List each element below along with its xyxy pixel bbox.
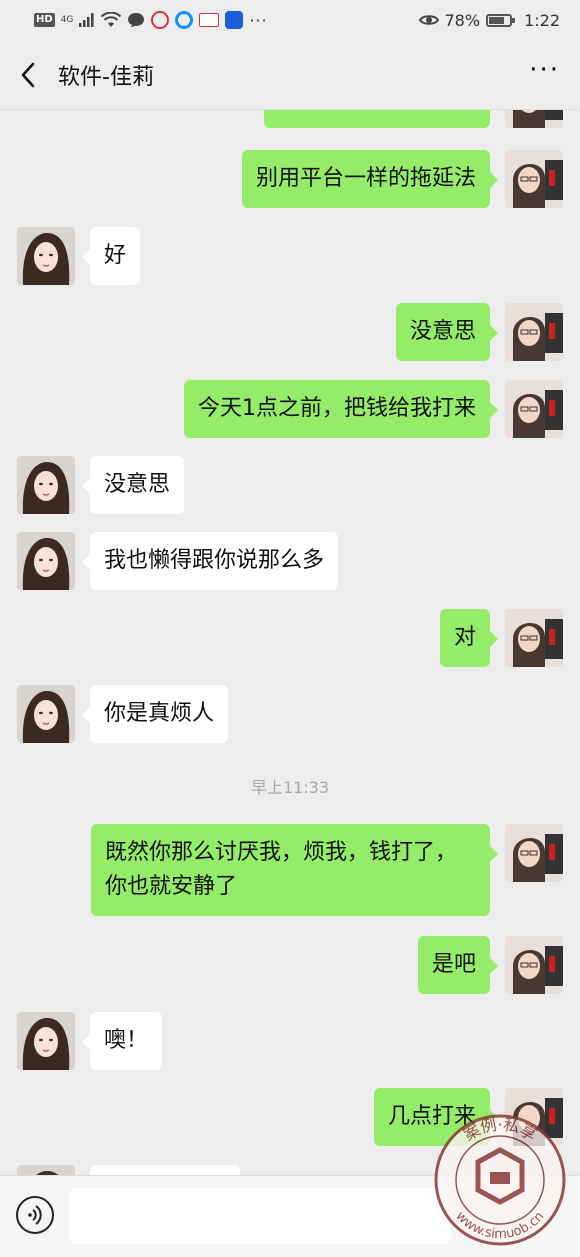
avatar-self[interactable] — [505, 110, 563, 128]
avatar-contact[interactable] — [17, 685, 75, 743]
message-bubble-received[interactable]: 没意思 — [81, 456, 185, 514]
more-options-button[interactable]: ··· — [529, 55, 560, 95]
avatar-self[interactable] — [505, 936, 563, 994]
avatar-contact-image — [17, 456, 75, 514]
avatar-self[interactable] — [505, 380, 563, 438]
chat-title: 软件-佳莉 — [58, 64, 154, 90]
network-type: 4G — [60, 15, 74, 25]
avatar-self[interactable] — [505, 150, 563, 208]
status-bar: HD 4G ··· 78% 1:22 — [0, 0, 580, 40]
message-icon — [128, 13, 145, 28]
message-bubble-received[interactable]: 噢！ — [81, 1012, 163, 1070]
avatar-self[interactable] — [505, 824, 563, 882]
avatar-self-image — [505, 303, 563, 361]
message-bubble-received[interactable]: 好 — [81, 227, 141, 285]
avatar-self-image — [505, 936, 563, 994]
browser-notification-icon — [175, 11, 194, 29]
app-notification-icon — [151, 11, 170, 29]
message-bubble-sent[interactable]: 今天1点之前，把钱给我打来 — [184, 380, 498, 438]
message-bubble-received[interactable]: 你是真烦人 — [81, 685, 229, 743]
voice-input-button[interactable] — [16, 1196, 54, 1234]
avatar-contact[interactable] — [17, 227, 75, 285]
hd-indicator: HD — [34, 13, 55, 27]
message-bubble-sent[interactable]: 给我一个靠谱的时间 — [263, 110, 490, 128]
signal-icon — [79, 13, 94, 27]
avatar-self[interactable] — [505, 303, 563, 361]
message-bubble-sent[interactable]: 是吧 — [417, 936, 499, 994]
chat-screen: HD 4G ··· 78% 1:22 软件-佳莉 ··· 别用平台一样的拖延法 … — [0, 0, 580, 1257]
avatar-contact[interactable] — [17, 1165, 75, 1175]
avatar-self-image — [505, 150, 563, 208]
clock: 1:22 — [524, 10, 560, 30]
avatar-contact-image — [17, 685, 75, 743]
message-bubble-received-partial[interactable] — [90, 1165, 240, 1175]
eye-comfort-icon — [418, 15, 439, 25]
avatar-self-image — [505, 824, 563, 882]
avatar-self-image — [505, 380, 563, 438]
avatar-contact-image — [17, 532, 75, 590]
voice-icon — [28, 1205, 42, 1225]
avatar-contact[interactable] — [17, 532, 75, 590]
avatar-self-image — [505, 110, 563, 128]
status-right: 78% 1:22 — [418, 10, 560, 30]
chat-header: 软件-佳莉 ··· — [0, 40, 580, 110]
status-left: HD 4G ··· — [34, 11, 268, 30]
message-bubble-sent[interactable]: 没意思 — [395, 303, 499, 361]
back-arrow-icon — [21, 62, 35, 87]
message-timestamp: 早上11:33 — [250, 778, 330, 797]
message-input[interactable] — [70, 1188, 450, 1244]
message-list[interactable]: 给我一个靠谱的时间 别用平台一样的拖延法 — [0, 110, 580, 1175]
message-bubble-received[interactable]: 我也懒得跟你说那么多 — [81, 532, 339, 590]
battery-percent: 78% — [444, 10, 481, 30]
more-notifications-icon: ··· — [249, 10, 268, 30]
avatar-self[interactable] — [505, 609, 563, 667]
avatar-contact[interactable] — [17, 1012, 75, 1070]
avatar-contact-image — [17, 1012, 75, 1070]
news-app-icon — [225, 11, 244, 29]
avatar-contact[interactable] — [17, 456, 75, 514]
message-bubble-sent[interactable]: 对 — [439, 609, 499, 667]
wifi-icon — [101, 12, 122, 27]
avatar-contact-image — [17, 227, 75, 285]
weibo-notification-icon — [199, 13, 220, 27]
watermark-seal: 案例·私享 www.simuob.cn — [434, 1114, 566, 1246]
message-bubble-sent[interactable]: 既然你那么讨厌我，烦我，钱打了， 你也就安静了 — [91, 824, 498, 916]
back-button[interactable] — [20, 55, 50, 95]
avatar-self-image — [505, 609, 563, 667]
avatar-contact-image — [17, 1165, 75, 1175]
battery-icon — [486, 13, 516, 27]
message-bubble-sent[interactable]: 别用平台一样的拖延法 — [241, 150, 499, 208]
